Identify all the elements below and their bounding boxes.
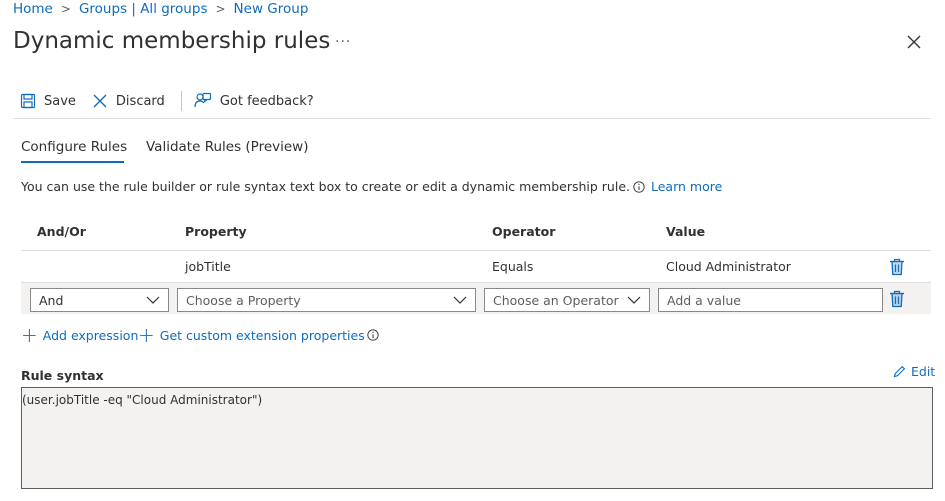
breadcrumb-separator: >: [60, 2, 71, 16]
add-expression-link[interactable]: + Add expression: [21, 325, 138, 345]
rule-syntax-textbox[interactable]: (user.jobTitle -eq "Cloud Administrator"…: [21, 387, 933, 489]
rule-syntax-label: Rule syntax: [21, 368, 104, 383]
discard-button[interactable]: Discard: [92, 93, 165, 109]
toolbar-divider-line: [13, 118, 931, 119]
custom-extension-label: Get custom extension properties: [159, 327, 365, 343]
breadcrumb-home[interactable]: Home: [13, 1, 53, 17]
close-icon[interactable]: [904, 32, 924, 52]
feedback-icon: [194, 92, 211, 108]
tab-configure-rules[interactable]: Configure Rules: [21, 139, 127, 155]
discard-label: Discard: [115, 93, 165, 109]
property-placeholder: Choose a Property: [186, 292, 301, 308]
delete-row-icon[interactable]: [889, 258, 905, 276]
value-placeholder: Add a value: [667, 292, 741, 308]
chevron-down-icon: [453, 296, 467, 304]
row-operator: Equals: [492, 259, 534, 274]
header-divider: [21, 250, 931, 251]
and-or-select[interactable]: And: [30, 288, 169, 312]
row-value: Cloud Administrator: [666, 259, 791, 274]
more-options-icon[interactable]: ···: [335, 34, 351, 50]
column-header-and-or: And/Or: [37, 224, 86, 239]
get-custom-extension-link[interactable]: + Get custom extension properties: [138, 325, 379, 345]
delete-expression-icon[interactable]: [889, 290, 905, 308]
toolbar-divider: [180, 91, 182, 111]
info-icon[interactable]: [633, 180, 645, 193]
info-icon[interactable]: [367, 329, 379, 341]
save-label: Save: [44, 93, 76, 109]
save-button[interactable]: Save: [20, 93, 76, 109]
operator-select[interactable]: Choose an Operator: [484, 288, 650, 312]
breadcrumb: Home > Groups | All groups > New Group: [13, 0, 308, 18]
command-bar: Save Discard Got feedback?: [20, 90, 314, 112]
property-select[interactable]: Choose a Property: [177, 288, 476, 312]
row-property: jobTitle: [185, 259, 231, 274]
column-header-property: Property: [185, 224, 247, 239]
save-icon: [20, 93, 36, 109]
value-input[interactable]: Add a value: [658, 288, 883, 312]
chevron-down-icon: [627, 296, 641, 304]
info-text: You can use the rule builder or rule syn…: [21, 179, 630, 194]
and-or-value: And: [39, 292, 64, 308]
column-header-operator: Operator: [492, 224, 556, 239]
active-tab-indicator: [21, 161, 124, 163]
column-header-value: Value: [666, 224, 706, 239]
plus-icon: +: [21, 323, 38, 347]
feedback-label: Got feedback?: [219, 93, 314, 109]
breadcrumb-separator: >: [215, 2, 226, 16]
operator-placeholder: Choose an Operator: [493, 292, 619, 308]
chevron-down-icon: [146, 296, 160, 304]
edit-label: Edit: [911, 364, 936, 379]
learn-more-link[interactable]: Learn more: [651, 179, 722, 194]
info-description: You can use the rule builder or rule syn…: [21, 179, 722, 194]
feedback-button[interactable]: Got feedback?: [194, 92, 314, 110]
add-expression-label: Add expression: [42, 327, 139, 343]
breadcrumb-groups[interactable]: Groups | All groups: [79, 1, 208, 17]
tab-validate-rules[interactable]: Validate Rules (Preview): [146, 139, 309, 155]
edit-rule-syntax-link[interactable]: Edit: [893, 364, 935, 379]
discard-icon: [93, 94, 107, 108]
breadcrumb-new-group[interactable]: New Group: [234, 1, 309, 17]
page-title: Dynamic membership rules: [13, 28, 331, 54]
pencil-icon: [893, 365, 906, 378]
plus-icon: +: [138, 323, 155, 347]
